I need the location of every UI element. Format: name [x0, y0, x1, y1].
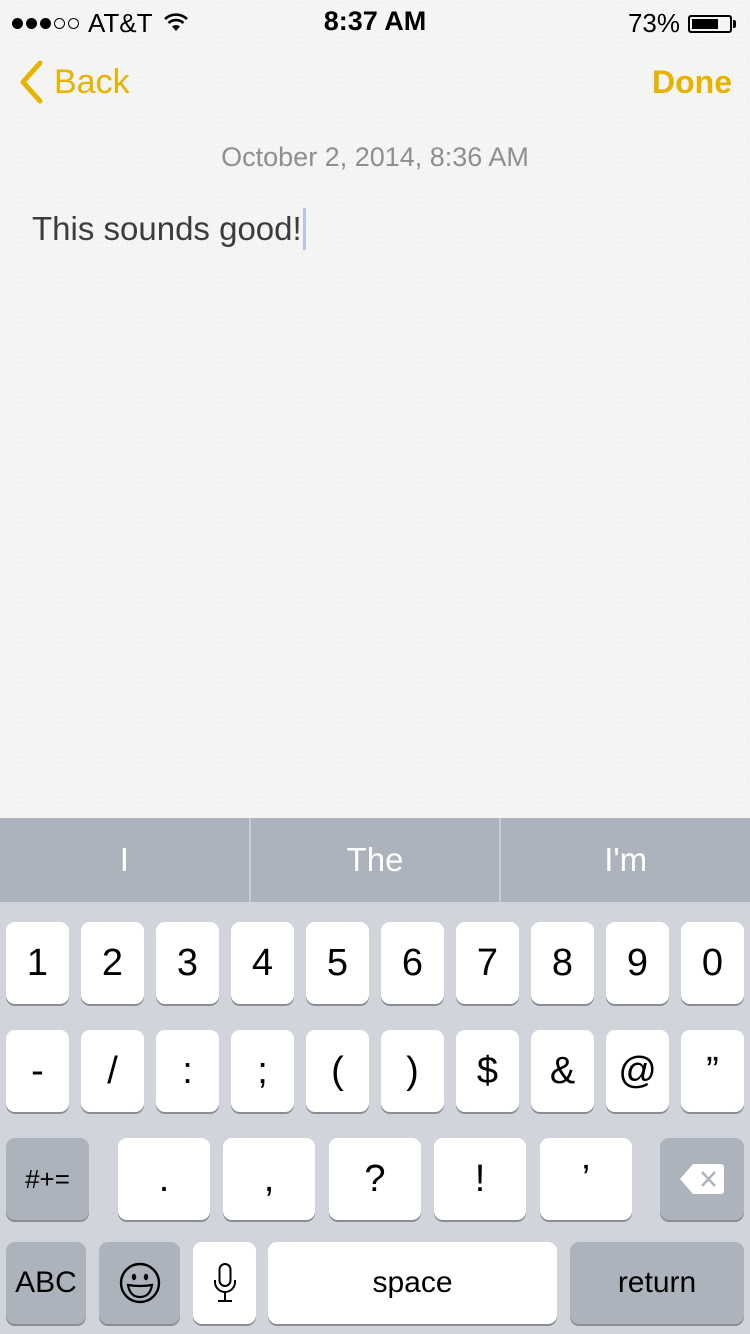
key-0[interactable]: 0	[681, 922, 744, 1004]
chevron-left-icon	[20, 60, 43, 104]
battery-icon	[688, 14, 732, 33]
key-2[interactable]: 2	[81, 922, 144, 1004]
battery-fill	[692, 18, 719, 29]
key-ampersand[interactable]: &	[531, 1030, 594, 1112]
microphone-icon	[213, 1263, 236, 1302]
key-3[interactable]: 3	[156, 922, 219, 1004]
symbols-toggle-key[interactable]: #+=	[6, 1138, 89, 1220]
key-semicolon[interactable]: ;	[231, 1030, 294, 1112]
space-key[interactable]: space	[268, 1242, 557, 1324]
text-cursor	[302, 208, 306, 250]
key-6[interactable]: 6	[381, 922, 444, 1004]
key-quote[interactable]: ”	[681, 1030, 744, 1112]
key-open-paren[interactable]: (	[306, 1030, 369, 1112]
keyboard: 1234567890 - /:;() $ & @” #+= . , ? ! ’ ABC …	[0, 902, 750, 1334]
return-key[interactable]: return	[570, 1242, 744, 1324]
key-dollar[interactable]: $	[456, 1030, 519, 1112]
key-at[interactable]: @	[606, 1030, 669, 1112]
key-comma[interactable]: ,	[223, 1138, 315, 1220]
battery-indicator: 73%	[628, 8, 736, 39]
emoji-icon	[119, 1262, 160, 1304]
emoji-key[interactable]	[99, 1242, 180, 1324]
prediction-suggestion[interactable]: The	[251, 818, 500, 902]
key-period[interactable]: .	[118, 1138, 210, 1220]
key-apostrophe[interactable]: ’	[540, 1138, 632, 1220]
battery-tip	[733, 19, 736, 28]
status-bar: AT&T 8:37 AM 73%	[0, 0, 750, 40]
key-7[interactable]: 7	[456, 922, 519, 1004]
prediction-suggestion[interactable]: I'm	[501, 818, 750, 902]
key-slash[interactable]: /	[81, 1030, 144, 1112]
key-5[interactable]: 5	[306, 922, 369, 1004]
backspace-icon	[680, 1164, 724, 1194]
note-paper-background	[0, 0, 750, 818]
dictation-key[interactable]	[193, 1242, 256, 1324]
note-body-text: This sounds good!	[32, 210, 302, 247]
key-9[interactable]: 9	[606, 922, 669, 1004]
key-close-paren[interactable]: )	[381, 1030, 444, 1112]
key-question[interactable]: ?	[329, 1138, 421, 1220]
predictive-text-bar: I The I'm	[0, 818, 750, 902]
key-4[interactable]: 4	[231, 922, 294, 1004]
key-colon[interactable]: :	[156, 1030, 219, 1112]
battery-percent: 73%	[627, 8, 680, 38]
delete-key[interactable]	[660, 1138, 744, 1220]
back-button[interactable]: Back	[18, 60, 130, 104]
note-text-area[interactable]: This sounds good!	[32, 208, 306, 250]
back-label: Back	[54, 62, 130, 101]
key-exclamation[interactable]: !	[434, 1138, 526, 1220]
done-button[interactable]: Done	[652, 64, 732, 101]
key-8[interactable]: 8	[531, 922, 594, 1004]
key-1[interactable]: 1	[6, 922, 69, 1004]
key-hyphen[interactable]: -	[6, 1030, 69, 1112]
note-date: October 2, 2014, 8:36 AM	[221, 142, 529, 172]
prediction-suggestion[interactable]: I	[0, 818, 249, 902]
abc-key[interactable]: ABC	[6, 1242, 86, 1324]
